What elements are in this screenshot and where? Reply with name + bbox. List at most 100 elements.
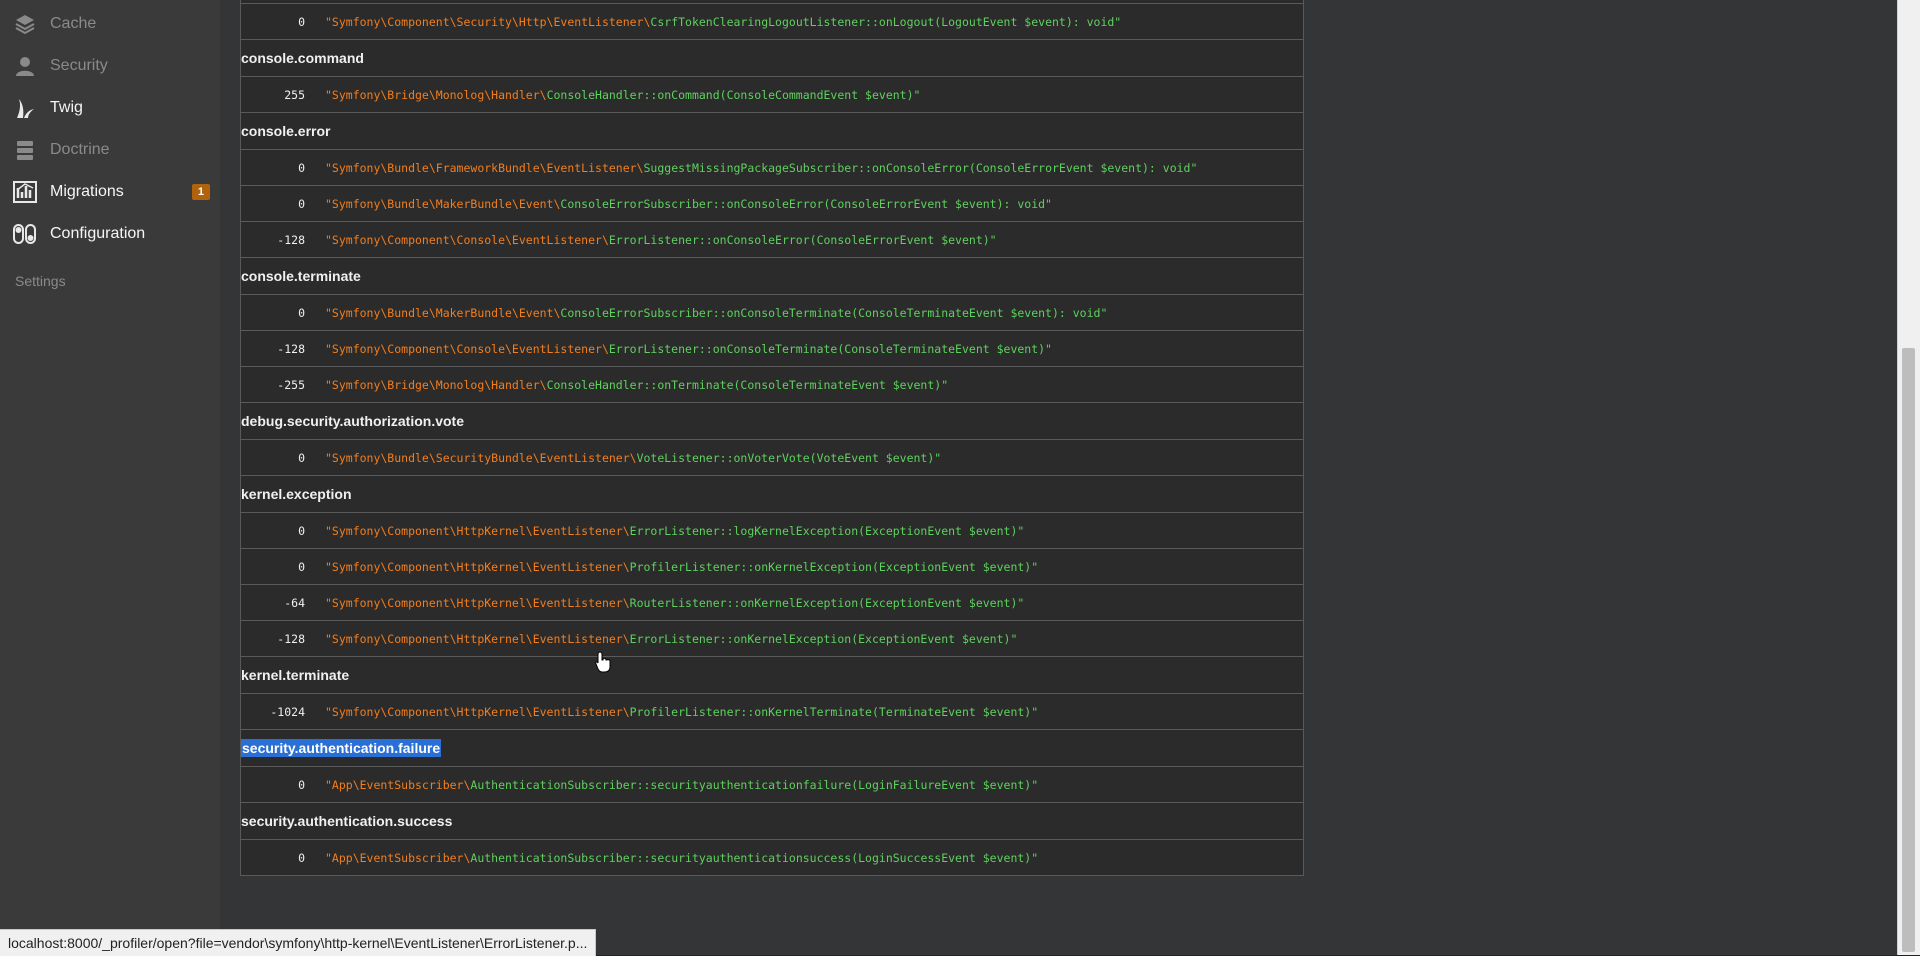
event-row: security.authentication.failure [240,729,1304,767]
migrations-icon [13,180,37,204]
listener-row: -128 "Symfony\Component\Console\EventList… [240,330,1304,367]
sidebar-item-label: Migrations [50,183,124,200]
listener-row: -255 "Symfony\Bridge\Monolog\Handler\Cons… [240,366,1304,403]
listener-priority: -128 [277,631,305,646]
listener-callable-link[interactable]: ErrorListener::onConsoleError(ConsoleErr… [609,233,997,247]
listener-row: 255 "Symfony\Bridge\Monolog\Handler\Conso… [240,76,1304,113]
event-row: security.authentication.success [240,802,1304,840]
listener-priority: -255 [277,377,305,392]
sidebar-section-settings: Settings [15,273,66,289]
listener-callable-link[interactable]: AuthenticationSubscriber::securityauthen… [470,851,1038,865]
listener-row: 0 "App\EventSubscriber\AuthenticationSubs… [240,839,1304,876]
event-name: kernel.exception [241,486,352,502]
listener-namespace-link[interactable]: "Symfony\Component\HttpKernel\EventListe… [325,632,630,646]
listener-callable-link[interactable]: CsrfTokenClearingLogoutListener::onLogou… [650,15,1121,29]
listener-namespace-link[interactable]: "Symfony\Bridge\Monolog\Handler\ [325,88,547,102]
sidebar-item-label: Configuration [50,225,146,242]
listener-callable-link[interactable]: ProfilerListener::onKernelException(Exce… [630,560,1039,574]
listener-namespace-link[interactable]: "Symfony\Component\HttpKernel\EventListe… [325,524,630,538]
listener-namespace-link[interactable]: "Symfony\Bundle\MakerBundle\Event\ [325,306,560,320]
listener-callable-link[interactable]: ProfilerListener::onKernelTerminate(Term… [630,705,1039,719]
sidebar-item-migrations[interactable]: Migrations 1 [0,172,220,212]
listener-row: 0 "Symfony\Component\HttpKernel\EventList… [240,548,1304,585]
listener-callable-link[interactable]: AuthenticationSubscriber::securityauthen… [470,778,1038,792]
listener-priority: 0 [298,14,305,29]
listener-callable-link[interactable]: SuggestMissingPackageSubscriber::onConso… [644,161,1198,175]
listener-priority: -128 [277,232,305,247]
listener-namespace-link[interactable]: "App\EventSubscriber\ [325,778,470,792]
listener-namespace-link[interactable]: "Symfony\Component\Security\Http\EventLi… [325,15,650,29]
listener-row: 0 "Symfony\Bundle\MakerBundle\Event\Conso… [240,294,1304,331]
migrations-badge: 1 [191,184,210,200]
listener-callable-link[interactable]: ConsoleHandler::onCommand(ConsoleCommand… [547,88,921,102]
event-dispatcher-table: 0 "Symfony\Component\Security\Http\EventL… [240,0,1304,876]
event-row: debug.security.authorization.vote [240,402,1304,440]
listener-namespace-link[interactable]: "App\EventSubscriber\ [325,851,470,865]
listener-callable-link[interactable]: ErrorListener::onConsoleTerminate(Consol… [609,342,1052,356]
listener-callable-link[interactable]: ErrorListener::logKernelException(Except… [630,524,1025,538]
sidebar-item-twig[interactable]: Twig [0,88,220,128]
event-name: console.command [241,50,364,66]
listener-namespace-link[interactable]: "Symfony\Component\Console\EventListener… [325,342,609,356]
listener-callable-link[interactable]: ErrorListener::onKernelException(Excepti… [630,632,1018,646]
profiler-sidebar: Cache Security Twig Doctrine Migrations … [0,0,220,955]
event-name: security.authentication.failure [241,739,442,757]
listener-callable-link[interactable]: ConsoleErrorSubscriber::onConsoleError(C… [560,197,1052,211]
listener-priority: -64 [284,595,305,610]
layers-icon [13,12,37,36]
event-name: console.terminate [241,268,361,284]
sidebar-item-label: Security [50,57,108,74]
event-row: console.terminate [240,257,1304,295]
listener-row: 0 "Symfony\Bundle\MakerBundle\Event\Conso… [240,185,1304,222]
listener-namespace-link[interactable]: "Symfony\Component\HttpKernel\EventListe… [325,560,630,574]
listener-row: -128 "Symfony\Component\Console\EventList… [240,221,1304,258]
listener-priority: 0 [298,196,305,211]
listener-row: -128 "Symfony\Component\HttpKernel\EventL… [240,620,1304,657]
listener-row: 0 "Symfony\Component\HttpKernel\EventList… [240,512,1304,549]
listener-namespace-link[interactable]: "Symfony\Bundle\FrameworkBundle\EventLis… [325,161,644,175]
event-row: kernel.terminate [240,656,1304,694]
sidebar-item-doctrine[interactable]: Doctrine [0,130,220,170]
listener-row: -1024 "Symfony\Component\HttpKernel\Event… [240,693,1304,730]
listener-callable-link[interactable]: ConsoleHandler::onTerminate(ConsoleTermi… [547,378,949,392]
listener-priority: 0 [298,523,305,538]
listener-callable-link[interactable]: RouterListener::onKernelException(Except… [630,596,1025,610]
listener-namespace-link[interactable]: "Symfony\Bundle\MakerBundle\Event\ [325,197,560,211]
sidebar-item-cache[interactable]: Cache [0,4,220,44]
listener-priority: 0 [298,160,305,175]
listener-priority: -128 [277,341,305,356]
hand-cursor-icon [595,651,611,678]
event-name: security.authentication.success [241,813,453,829]
listener-row: 0 "Symfony\Component\Security\Http\EventL… [240,3,1304,40]
main-content: 0 "Symfony\Component\Security\Http\EventL… [220,0,1898,955]
listener-priority: 0 [298,305,305,320]
toggles-icon [13,222,37,246]
listener-namespace-link[interactable]: "Symfony\Component\HttpKernel\EventListe… [325,705,630,719]
listener-priority: 0 [298,850,305,865]
listener-priority: 0 [298,777,305,792]
listener-row: 0 "Symfony\Bundle\SecurityBundle\EventLis… [240,439,1304,476]
twig-icon [13,96,37,120]
listener-callable-link[interactable]: VoteListener::onVoterVote(VoteEvent $eve… [637,451,942,465]
event-row: console.error [240,112,1304,150]
listener-row: 0 "App\EventSubscriber\AuthenticationSubs… [240,766,1304,803]
listener-namespace-link[interactable]: "Symfony\Component\HttpKernel\EventListe… [325,596,630,610]
listener-namespace-link[interactable]: "Symfony\Bundle\SecurityBundle\EventList… [325,451,637,465]
sidebar-item-label: Doctrine [50,141,110,158]
event-name: debug.security.authorization.vote [241,413,464,429]
listener-callable-link[interactable]: ConsoleErrorSubscriber::onConsoleTermina… [560,306,1107,320]
listener-row: -64 "Symfony\Component\HttpKernel\EventLi… [240,584,1304,621]
vertical-scrollbar[interactable] [1897,0,1920,955]
sidebar-item-label: Twig [50,99,83,116]
event-row: kernel.exception [240,475,1304,513]
listener-priority: 255 [284,87,305,102]
event-row: console.command [240,39,1304,77]
sidebar-item-configuration[interactable]: Configuration [0,214,220,254]
scroll-thumb[interactable] [1902,348,1915,952]
event-name: kernel.terminate [241,667,350,683]
event-name: console.error [241,123,331,139]
listener-namespace-link[interactable]: "Symfony\Component\Console\EventListener… [325,233,609,247]
sidebar-item-security[interactable]: Security [0,46,220,86]
listener-namespace-link[interactable]: "Symfony\Bridge\Monolog\Handler\ [325,378,547,392]
listener-priority: 0 [298,559,305,574]
